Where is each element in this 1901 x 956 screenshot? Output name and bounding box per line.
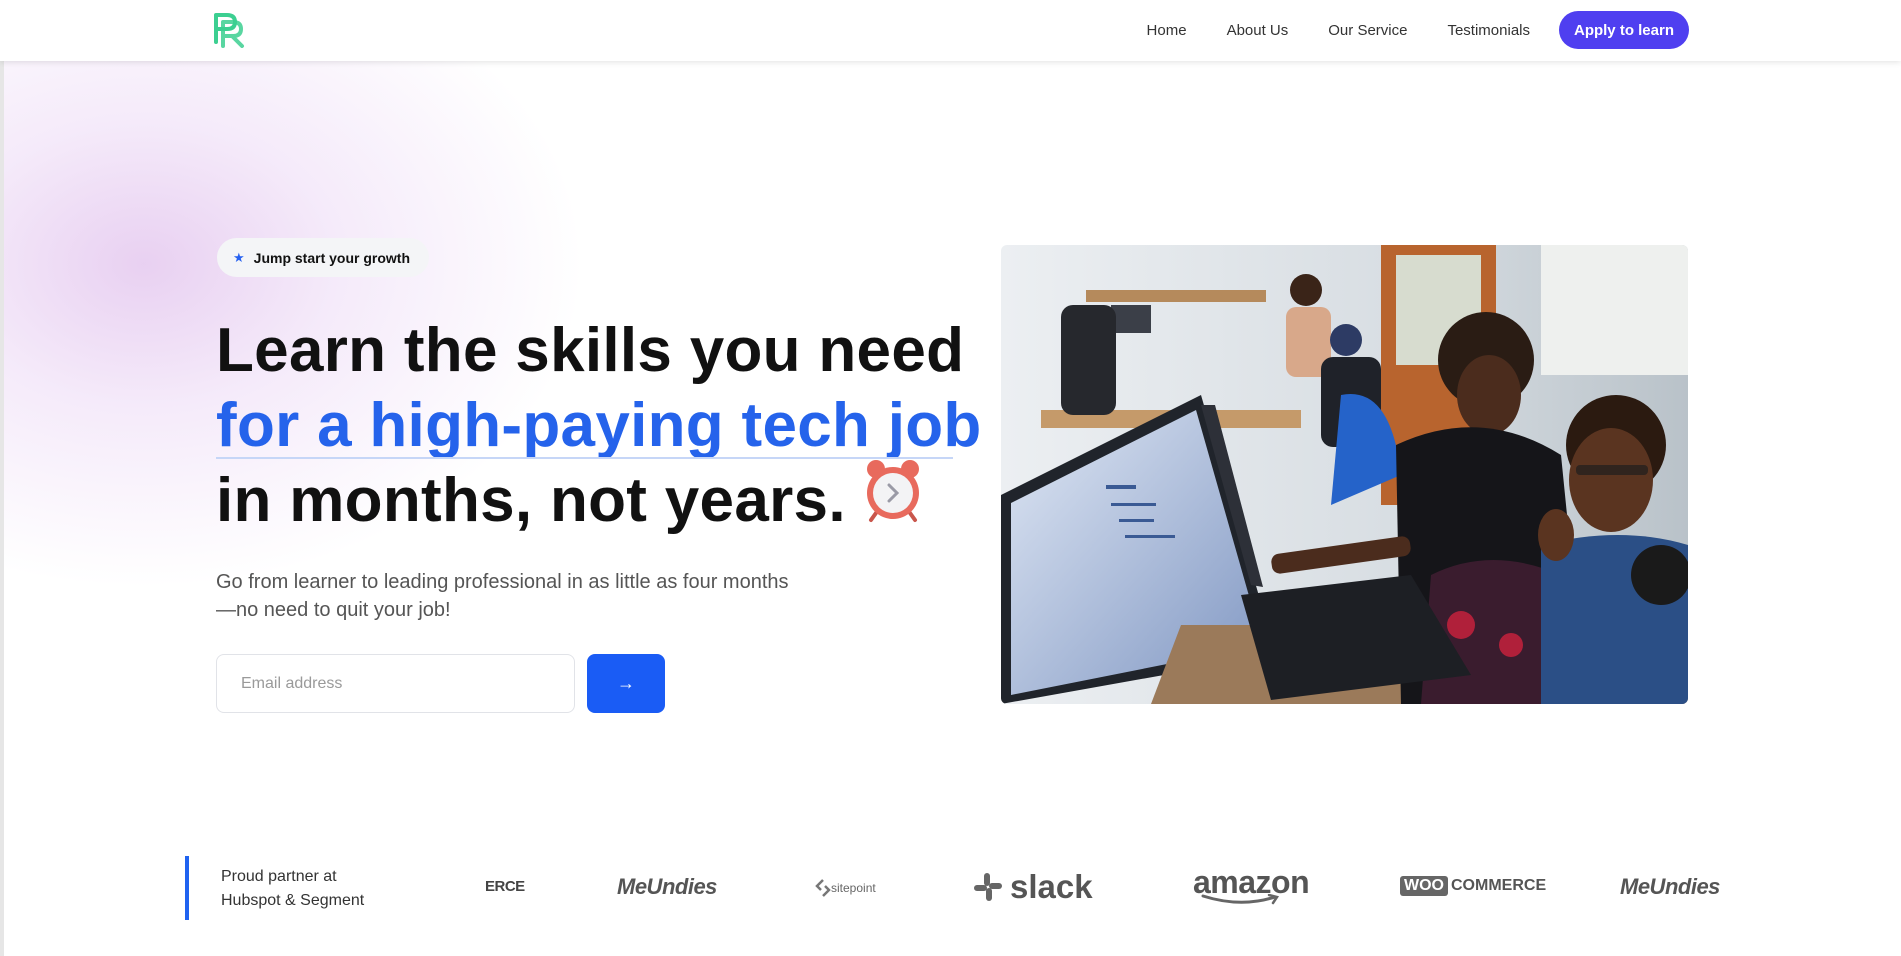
- page: Home About Us Our Service Testimonials A…: [0, 0, 1901, 956]
- commerce-logo-part: COMMERCE: [1451, 877, 1547, 894]
- partner-accent-bar: [185, 856, 189, 920]
- subtext-line-1: Go from learner to leading professional …: [216, 571, 789, 593]
- nav-our-service[interactable]: Our Service: [1328, 22, 1407, 39]
- partner-label-line-2: Hubspot & Segment: [221, 892, 365, 909]
- submit-arrow-button[interactable]: →: [587, 654, 665, 713]
- nav-links: Home About Us Our Service Testimonials A…: [1147, 11, 1689, 49]
- headline-line-3: in months, not years.: [216, 460, 982, 538]
- meundies-logo: MeUndies: [617, 874, 717, 899]
- partner-label: Proud partner at Hubspot & Segment: [221, 865, 364, 913]
- headline-line-3-text: in months, not years.: [216, 466, 846, 535]
- erce-logo: ERCE: [485, 878, 525, 895]
- sitepoint-logo-text: sitepoint: [831, 881, 876, 895]
- pr-logo-icon[interactable]: [213, 12, 247, 48]
- meundies-logo-2: MeUndies: [1620, 874, 1720, 899]
- hero-headline: Learn the skills you need for a high-pay…: [216, 313, 982, 538]
- sitepoint-icon: [815, 879, 831, 897]
- apply-to-learn-button[interactable]: Apply to learn: [1559, 11, 1689, 49]
- sitepoint-logo: sitepoint: [815, 879, 876, 897]
- nav-home[interactable]: Home: [1147, 22, 1187, 39]
- star-icon: ★: [233, 249, 245, 265]
- badge-label: Jump start your growth: [253, 249, 411, 266]
- headline-underline: [216, 457, 953, 459]
- amazon-smile-icon: [1201, 894, 1280, 905]
- partner-label-line-1: Proud partner at: [221, 868, 337, 885]
- headline-line-2: for a high-paying tech job: [216, 391, 982, 460]
- headline-line-1: Learn the skills you need: [216, 316, 965, 385]
- hero-badge: ★ Jump start your growth: [217, 238, 430, 277]
- left-edge-strip: [0, 0, 4, 956]
- email-input[interactable]: [216, 654, 575, 713]
- woocommerce-logo: WOO COMMERCE: [1400, 876, 1546, 896]
- alarm-clock-icon: [860, 457, 926, 540]
- top-navbar: Home About Us Our Service Testimonials A…: [0, 0, 1901, 61]
- slack-logo: slack: [972, 868, 1093, 906]
- amazon-logo: amazon: [1193, 864, 1310, 905]
- slack-logo-text: slack: [1010, 868, 1093, 905]
- nav-testimonials[interactable]: Testimonials: [1447, 22, 1530, 39]
- hero-subtext: Go from learner to leading professional …: [216, 568, 816, 624]
- woo-logo-part: WOO: [1400, 876, 1448, 896]
- nav-about-us[interactable]: About Us: [1227, 22, 1289, 39]
- subtext-line-2: —no need to quit your job!: [216, 599, 451, 621]
- hero-image: [1001, 245, 1688, 704]
- slack-icon: [974, 873, 1002, 901]
